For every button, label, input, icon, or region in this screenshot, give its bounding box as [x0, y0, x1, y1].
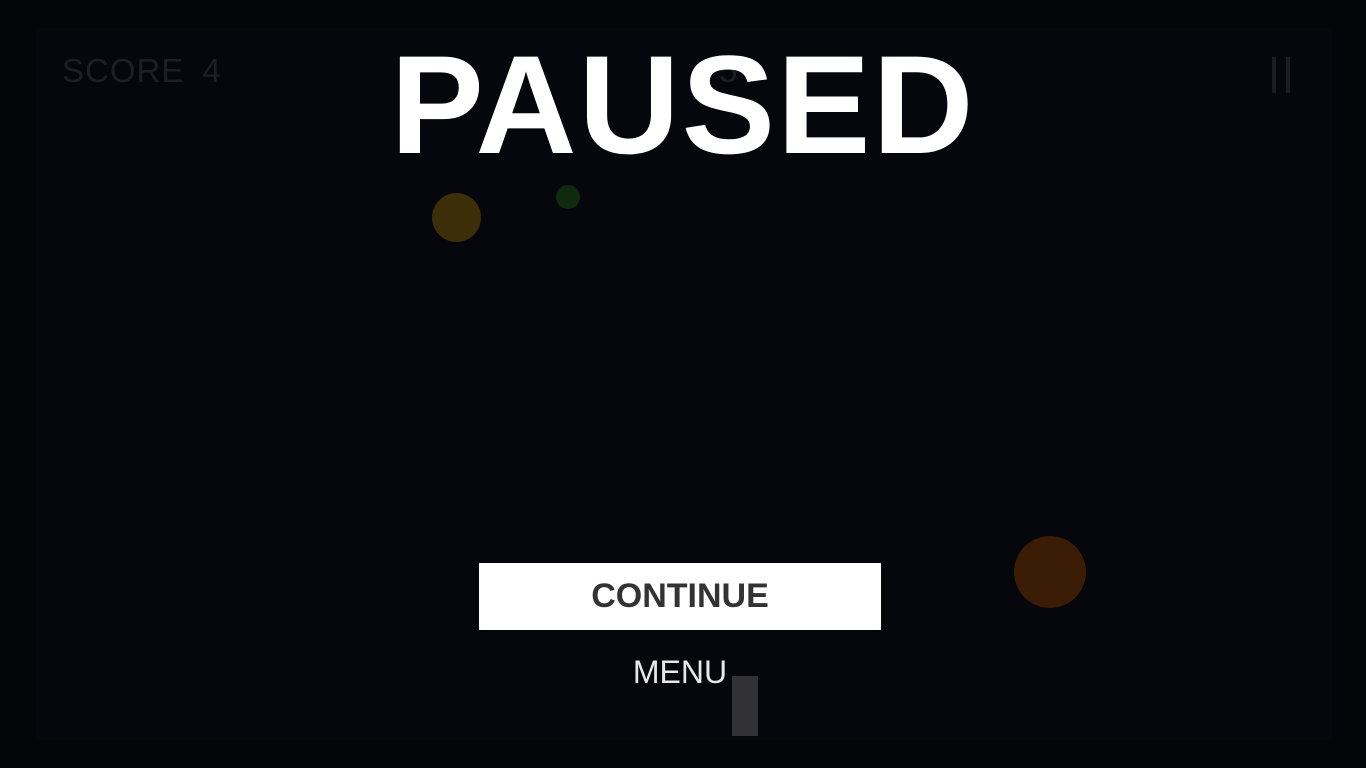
ball-green	[556, 185, 580, 209]
ball-orange	[1014, 536, 1086, 608]
ball-yellow	[432, 193, 481, 242]
menu-button[interactable]: MENU	[580, 652, 780, 692]
paused-title: PAUSED	[390, 26, 976, 183]
game-screen: SCORE 4 I 5 PAUSED CONTINUE MENU	[0, 0, 1366, 768]
continue-button[interactable]: CONTINUE	[479, 563, 881, 630]
